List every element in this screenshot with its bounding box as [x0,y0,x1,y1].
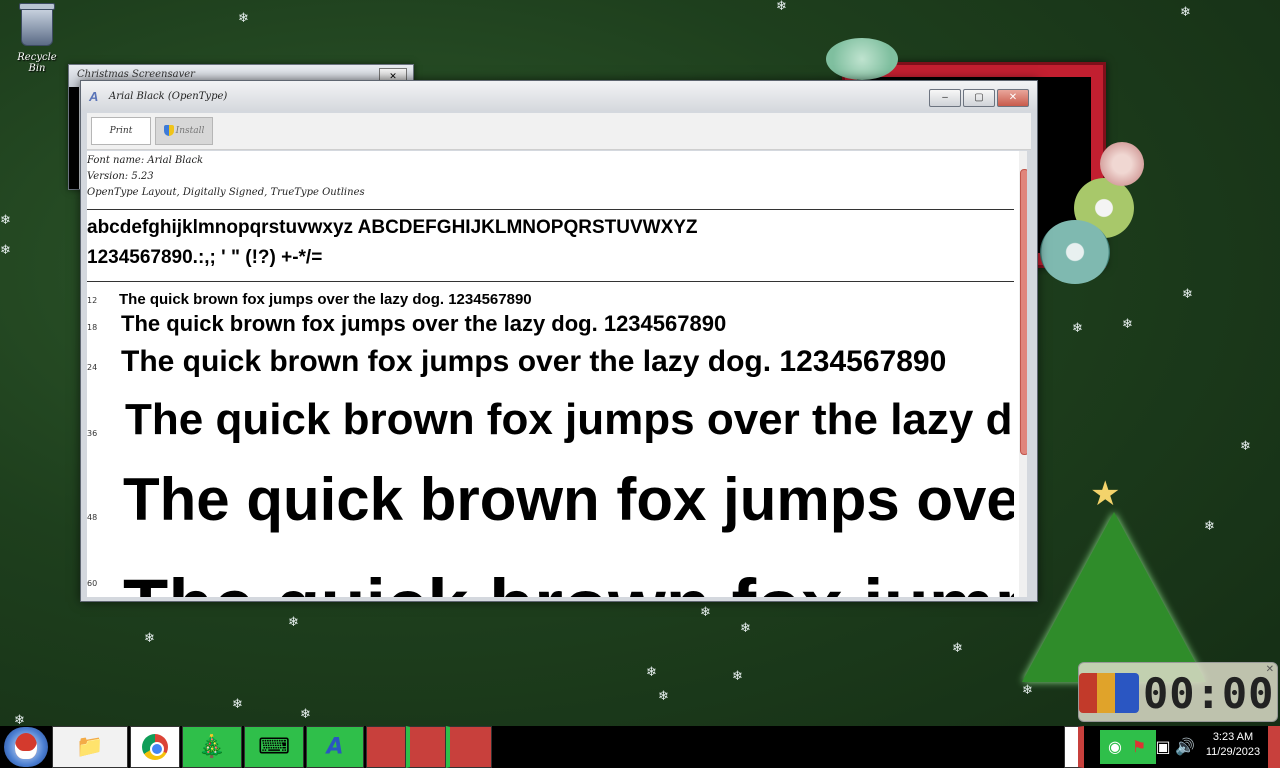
font-viewer-titlebar[interactable]: A Arial Black (OpenType) – ▢ ✕ [81,81,1037,111]
sample-row: 18 The quick brown fox jumps over the la… [87,309,1014,343]
volume-icon[interactable]: 🔊 [1174,736,1196,758]
taskbar-explorer[interactable]: 📁 [52,726,128,768]
gifts-icon [1079,673,1139,713]
print-button-label: Print [109,126,133,136]
sample-row: 24 The quick brown fox jumps over the la… [87,343,1014,387]
font-details-line: OpenType Layout, Digitally Signed, TrueT… [87,187,365,198]
divider [87,209,1014,210]
sample-size-label: 24 [87,363,98,372]
recycle-bin-icon [19,3,55,46]
snowflake-icon: ❄ [952,641,963,656]
sample-text: The quick brown fox jumps over the lazy … [121,311,727,336]
sample-text: The quick brown fox jumps over the lazy … [123,563,1014,597]
sample-row: 12 The quick brown fox jumps over the la… [87,287,1014,309]
taskbar-christmas-tree[interactable]: 🎄 [182,726,242,768]
sample-size-label: 12 [87,296,98,305]
install-button[interactable]: Install [155,117,213,145]
snowflake-icon: ❄ [232,697,243,712]
taskbar-item[interactable] [366,726,406,768]
snowflake-icon: ❄ [1180,5,1191,20]
snowflake-icon: ❄ [1072,321,1083,336]
scrollbar-thumb[interactable] [1020,169,1027,455]
taskbar: 📁 🎄 ⌨ A ◉ ⚑ ▣ 🔊 3:23 AM 11/29/2023 [0,726,1280,768]
snowflake-icon: ❄ [732,669,743,684]
snowflake-icon: ❄ [700,605,711,620]
taskbar-item[interactable] [446,726,492,768]
flower-decoration-icon [1040,220,1110,284]
taskbar-chrome[interactable] [130,726,180,768]
font-file-icon: A [89,89,99,104]
print-button[interactable]: Print [91,117,151,145]
clock-time: 3:23 AM [1212,731,1254,743]
flower-decoration-icon [1100,142,1144,186]
font-viewer-toolbar: Print Install [87,113,1031,150]
sample-row: 60 The quick brown fox jumps over the la… [87,549,1014,597]
snowflake-icon: ❄ [1240,439,1251,454]
bow-decoration-icon [826,38,898,80]
snowflake-icon: ❄ [1182,287,1193,302]
system-tray: ◉ ⚑ ▣ 🔊 [1100,730,1200,764]
taskbar-item[interactable] [406,726,446,768]
keyboard-icon: ⌨ [258,734,290,760]
install-button-label: Install [175,126,205,136]
clock-date: 11/29/2023 [1205,746,1261,758]
chrome-icon [142,734,168,760]
maximize-button[interactable]: ▢ [963,89,995,107]
sample-size-label: 48 [87,513,98,522]
snowflake-icon: ❄ [658,689,669,704]
font-preview-area[interactable]: Font name: Arial Black Version: 5.23 Ope… [87,151,1027,597]
sample-size-label: 60 [87,579,98,588]
font-icon: A [326,734,344,760]
window-title: Arial Black (OpenType) [109,91,228,102]
snowflake-icon: ❄ [646,665,657,680]
sample-text: The quick brown fox jumps over the lazy … [119,291,532,308]
sample-size-label: 36 [87,429,98,438]
shield-icon [163,125,174,136]
recycle-bin-label: Recycle Bin [17,52,57,74]
start-button[interactable] [4,727,48,767]
sample-row: 48 The quick brown fox jumps over the la… [87,461,1014,549]
snowflake-icon: ❄ [0,213,11,228]
sample-text: The quick brown fox jumps over the lazy … [123,466,1014,533]
star-icon: ★ [1090,474,1121,514]
snowflake-icon: ❄ [740,621,751,636]
snowflake-icon: ❄ [300,707,311,722]
widget-close-icon[interactable]: ✕ [1266,664,1274,675]
snowflake-icon: ❄ [144,631,155,646]
charset-numbers: 1234567890.:,; ' " (!?) +-*/= [87,247,323,268]
divider [87,281,1014,282]
christmas-tree-icon: 🎄 [198,734,226,760]
sample-text: The quick brown fox jumps over the lazy … [121,345,947,378]
taskbar-on-screen-keyboard[interactable]: ⌨ [244,726,304,768]
font-version-line: Version: 5.23 [87,171,154,182]
recycle-bin-desktop-icon[interactable]: Recycle Bin [12,3,62,74]
close-button[interactable]: ✕ [997,89,1029,107]
font-name-line: Font name: Arial Black [87,155,204,166]
charset-letters: abcdefghijklmnopqrstuvwxyz ABCDEFGHIJKLM… [87,217,698,238]
snowflake-icon: ❄ [1122,317,1133,332]
christmas-tree-icon [1022,512,1206,682]
action-center-icon[interactable]: ⚑ [1128,736,1150,758]
clock-digits: 00:00 [1143,669,1275,718]
sample-text: The quick brown fox jumps over the lazy … [125,395,1014,444]
countdown-clock-widget[interactable]: 00:00 ✕ [1078,662,1278,722]
folder-icon: 📁 [76,734,104,760]
snowflake-icon: ❄ [0,243,11,258]
font-viewer-window[interactable]: A Arial Black (OpenType) – ▢ ✕ Print Ins… [80,80,1038,602]
taskbar-clock[interactable]: 3:23 AM 11/29/2023 [1200,730,1266,760]
santa-icon [15,733,37,759]
display-icon[interactable]: ▣ [1152,736,1174,758]
snowflake-icon: ❄ [1022,683,1033,698]
background-window-body [69,87,79,189]
taskbar-item[interactable] [1064,726,1084,768]
sample-size-label: 18 [87,323,98,332]
snowflake-icon: ❄ [238,11,249,26]
network-status-icon[interactable]: ◉ [1104,736,1126,758]
show-desktop-button[interactable] [1268,726,1280,768]
minimize-button[interactable]: – [929,89,961,107]
taskbar-font-viewer[interactable]: A [306,726,364,768]
snowflake-icon: ❄ [288,615,299,630]
snowflake-icon: ❄ [776,0,787,14]
sample-row: 36 The quick brown fox jumps over the la… [87,387,1014,461]
